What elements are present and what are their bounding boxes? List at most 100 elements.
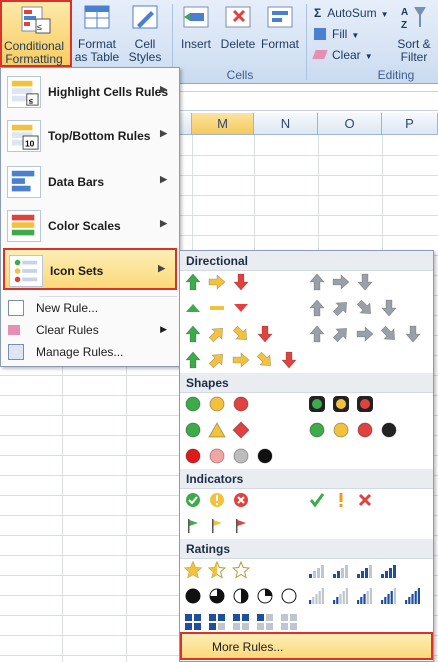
fill-button[interactable]: Fill ▼ xyxy=(314,25,359,43)
icon-set-icon[interactable] xyxy=(184,273,202,291)
icon-set-icon[interactable] xyxy=(256,447,274,465)
icon-set-icon[interactable] xyxy=(404,325,422,343)
icon-set-icon[interactable] xyxy=(332,395,350,413)
icon-set-icon[interactable] xyxy=(184,447,202,465)
icon-set-icon[interactable] xyxy=(356,421,374,439)
format-as-table-button[interactable]: Format as Table xyxy=(72,3,122,64)
icon-set-icon[interactable] xyxy=(184,299,202,317)
icon-set-icon[interactable] xyxy=(232,491,250,509)
autosum-button[interactable]: Σ AutoSum ▼ xyxy=(314,4,388,22)
more-rules-button[interactable]: More Rules... xyxy=(180,632,433,660)
icon-set-icon[interactable] xyxy=(208,351,226,369)
icon-set-icon[interactable] xyxy=(332,299,350,317)
conditional-formatting-button[interactable]: ≤ Conditional Formatting xyxy=(0,0,72,67)
icon-set-icon[interactable] xyxy=(280,613,298,631)
icon-set-icon[interactable] xyxy=(256,351,274,369)
icon-set-icon[interactable] xyxy=(183,560,203,579)
icon-set-icon[interactable] xyxy=(184,421,202,439)
menu-clear-rules[interactable]: Clear Rules ▶ xyxy=(3,319,177,341)
icon-set-icon[interactable] xyxy=(332,421,350,439)
icon-set-icon[interactable] xyxy=(184,395,202,413)
icon-set-icon[interactable] xyxy=(208,395,226,413)
icon-set-icon[interactable] xyxy=(232,447,250,465)
icon-set-icon[interactable] xyxy=(356,273,374,291)
icon-set-icon[interactable] xyxy=(184,613,202,631)
icon-set-icon[interactable] xyxy=(280,587,298,605)
cell-styles-button[interactable]: Cell Styles xyxy=(122,3,168,64)
icon-set-icon[interactable] xyxy=(208,421,226,439)
column-header-N[interactable]: N xyxy=(254,113,318,135)
icon-set-icon[interactable] xyxy=(380,421,398,439)
icon-set-icon[interactable] xyxy=(256,587,274,605)
icon-set-icon[interactable] xyxy=(207,560,227,579)
menu-highlight-cells-rules[interactable]: ≤ Highlight Cells Rules ▶ xyxy=(3,71,177,113)
icon-set-icon[interactable] xyxy=(356,587,374,605)
icon-set-icon[interactable] xyxy=(356,325,374,343)
column-header-L[interactable] xyxy=(180,113,192,135)
icon-set-icon[interactable] xyxy=(184,587,202,605)
icon-set-icon[interactable] xyxy=(380,561,398,579)
icon-set-icon[interactable] xyxy=(308,325,326,343)
icon-set-icon[interactable] xyxy=(404,587,422,605)
icon-set-icon[interactable] xyxy=(232,395,250,413)
icon-set-icon[interactable] xyxy=(308,299,326,317)
icon-set-icon[interactable] xyxy=(356,491,374,509)
icon-set-icon[interactable] xyxy=(232,613,250,631)
icon-set-icon[interactable] xyxy=(256,325,274,343)
icon-set-icon[interactable] xyxy=(308,587,326,605)
format-button[interactable]: Format xyxy=(258,3,302,51)
icon-set-icon[interactable] xyxy=(208,299,226,317)
icon-set-icon[interactable] xyxy=(184,491,202,509)
icon-set-icon[interactable] xyxy=(332,273,350,291)
icon-set-icon[interactable] xyxy=(232,299,250,317)
menu-color-scales[interactable]: Color Scales ▶ xyxy=(3,205,177,247)
icon-set-icon[interactable] xyxy=(231,560,251,579)
icon-set-icon[interactable] xyxy=(208,325,226,343)
icon-set-icon[interactable] xyxy=(356,299,374,317)
icon-set-icon[interactable] xyxy=(208,447,226,465)
clear-button[interactable]: Clear ▼ xyxy=(312,46,373,64)
formula-bar[interactable] xyxy=(180,91,438,111)
icon-set-icon[interactable] xyxy=(356,561,374,579)
menu-manage-rules[interactable]: Manage Rules... xyxy=(3,341,177,363)
icon-set-icon[interactable] xyxy=(332,561,350,579)
icon-set-icon[interactable] xyxy=(232,421,250,439)
menu-top-bottom-rules[interactable]: 10 Top/Bottom Rules ▶ xyxy=(3,115,177,157)
icon-set-icon[interactable] xyxy=(184,351,202,369)
icon-set-icon[interactable] xyxy=(232,517,250,535)
icon-set-icon[interactable] xyxy=(280,351,298,369)
icon-set-icon[interactable] xyxy=(380,587,398,605)
sort-filter-button[interactable]: AZ Sort & Filter xyxy=(392,3,436,64)
icon-set-icon[interactable] xyxy=(332,491,350,509)
icon-set-icon[interactable] xyxy=(308,491,326,509)
icon-set-icon[interactable] xyxy=(184,517,202,535)
icon-set-icon[interactable] xyxy=(208,273,226,291)
icon-set-icon[interactable] xyxy=(308,421,326,439)
icon-set-icon[interactable] xyxy=(308,273,326,291)
icon-set-icon[interactable] xyxy=(208,613,226,631)
icon-set-icon[interactable] xyxy=(208,587,226,605)
icon-set-icon[interactable] xyxy=(380,299,398,317)
column-header-M[interactable]: M xyxy=(192,113,254,135)
icon-set-icon[interactable] xyxy=(308,395,326,413)
icon-set-icon[interactable] xyxy=(232,325,250,343)
icon-set-icon[interactable] xyxy=(356,395,374,413)
icon-set-icon[interactable] xyxy=(184,325,202,343)
icon-set-icon[interactable] xyxy=(232,587,250,605)
delete-button[interactable]: Delete xyxy=(218,3,258,51)
icon-set-icon[interactable] xyxy=(232,273,250,291)
icon-set-icon[interactable] xyxy=(208,517,226,535)
menu-new-rule[interactable]: New Rule... xyxy=(3,297,177,319)
icon-set-icon[interactable] xyxy=(256,613,274,631)
menu-data-bars[interactable]: Data Bars ▶ xyxy=(3,161,177,203)
icon-set-icon[interactable] xyxy=(208,491,226,509)
icon-set-icon[interactable] xyxy=(380,325,398,343)
menu-icon-sets[interactable]: Icon Sets ▶ xyxy=(3,248,177,290)
insert-button[interactable]: Insert xyxy=(176,3,216,51)
icon-set-icon[interactable] xyxy=(308,561,326,579)
icon-set-icon[interactable] xyxy=(232,351,250,369)
icon-set-icon[interactable] xyxy=(332,587,350,605)
icon-set-icon[interactable] xyxy=(332,325,350,343)
column-header-O[interactable]: O xyxy=(318,113,382,135)
column-header-P[interactable]: P xyxy=(382,113,438,135)
